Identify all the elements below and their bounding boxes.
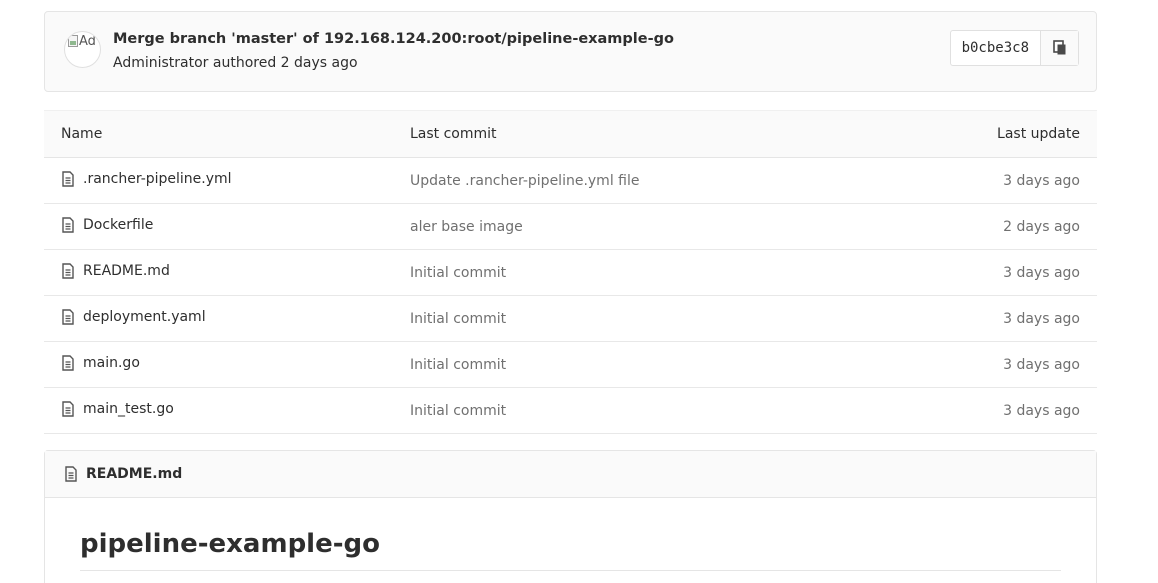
header-last-update: Last update xyxy=(883,110,1097,158)
commit-message-link[interactable]: Initial commit xyxy=(410,357,506,373)
table-row: deployment.yaml Initial commit 3 days ag… xyxy=(44,295,1097,342)
file-text-icon xyxy=(62,262,74,279)
file-name: Dockerfile xyxy=(83,216,154,233)
update-time: 3 days ago xyxy=(1003,402,1080,419)
commit-message-link[interactable]: aler base image xyxy=(410,219,523,235)
file-name: deployment.yaml xyxy=(83,308,206,325)
file-text-icon xyxy=(65,466,77,482)
update-time: 3 days ago xyxy=(1003,356,1080,373)
file-name: .rancher-pipeline.yml xyxy=(83,170,232,187)
commit-message-link[interactable]: Initial commit xyxy=(410,311,506,327)
table-row: main_test.go Initial commit 3 days ago xyxy=(44,387,1097,434)
commit-sha-link[interactable]: b0cbe3c8 xyxy=(951,31,1041,65)
file-link[interactable]: deployment.yaml xyxy=(61,309,206,325)
readme-filename: README.md xyxy=(86,466,183,482)
copy-sha-button[interactable] xyxy=(1041,31,1078,65)
commit-sha-group: b0cbe3c8 xyxy=(949,30,1079,66)
file-text-icon xyxy=(62,170,74,187)
file-link[interactable]: Dockerfile xyxy=(61,217,153,233)
update-time: 3 days ago xyxy=(1003,172,1080,189)
commit-message-link[interactable]: Initial commit xyxy=(410,265,506,281)
avatar-alt-text: Ad xyxy=(79,34,96,49)
table-row: README.md Initial commit 3 days ago xyxy=(44,249,1097,296)
author-avatar[interactable]: Ad xyxy=(64,31,101,68)
file-tree-table: Name Last commit Last update .rancher-pi… xyxy=(44,110,1097,434)
file-name: main_test.go xyxy=(83,400,174,417)
commit-message-link[interactable]: Update .rancher-pipeline.yml file xyxy=(410,173,639,189)
table-header-row: Name Last commit Last update xyxy=(44,110,1097,158)
update-time: 3 days ago xyxy=(1003,310,1080,327)
table-row: Dockerfile aler base image 2 days ago xyxy=(44,203,1097,250)
broken-image-icon xyxy=(68,35,78,47)
commit-message-link[interactable]: Initial commit xyxy=(410,403,506,419)
heading-divider xyxy=(80,570,1061,571)
commit-author-meta: Administrator authored 2 days ago xyxy=(113,55,358,71)
update-time: 3 days ago xyxy=(1003,264,1080,281)
header-last-commit: Last commit xyxy=(393,110,883,158)
last-commit-panel: Ad Merge branch 'master' of 192.168.124.… xyxy=(44,11,1097,92)
table-row: main.go Initial commit 3 days ago xyxy=(44,341,1097,388)
file-link[interactable]: README.md xyxy=(61,263,170,279)
file-link[interactable]: main.go xyxy=(61,355,140,371)
update-time: 2 days ago xyxy=(1003,218,1080,235)
readme-header: README.md xyxy=(45,451,1096,498)
file-link[interactable]: .rancher-pipeline.yml xyxy=(61,171,232,187)
readme-panel: README.md pipeline-example-go xyxy=(44,450,1097,583)
file-text-icon xyxy=(62,216,74,233)
header-name: Name xyxy=(44,110,393,158)
readme-heading: pipeline-example-go xyxy=(80,529,380,559)
commit-title-link[interactable]: Merge branch 'master' of 192.168.124.200… xyxy=(113,31,674,47)
file-text-icon xyxy=(62,354,74,371)
file-link[interactable]: main_test.go xyxy=(61,401,174,417)
file-name: README.md xyxy=(83,262,170,279)
file-text-icon xyxy=(62,308,74,325)
file-name: main.go xyxy=(83,354,140,371)
file-text-icon xyxy=(62,400,74,417)
clipboard-icon xyxy=(1052,40,1065,55)
table-row: .rancher-pipeline.yml Update .rancher-pi… xyxy=(44,157,1097,204)
